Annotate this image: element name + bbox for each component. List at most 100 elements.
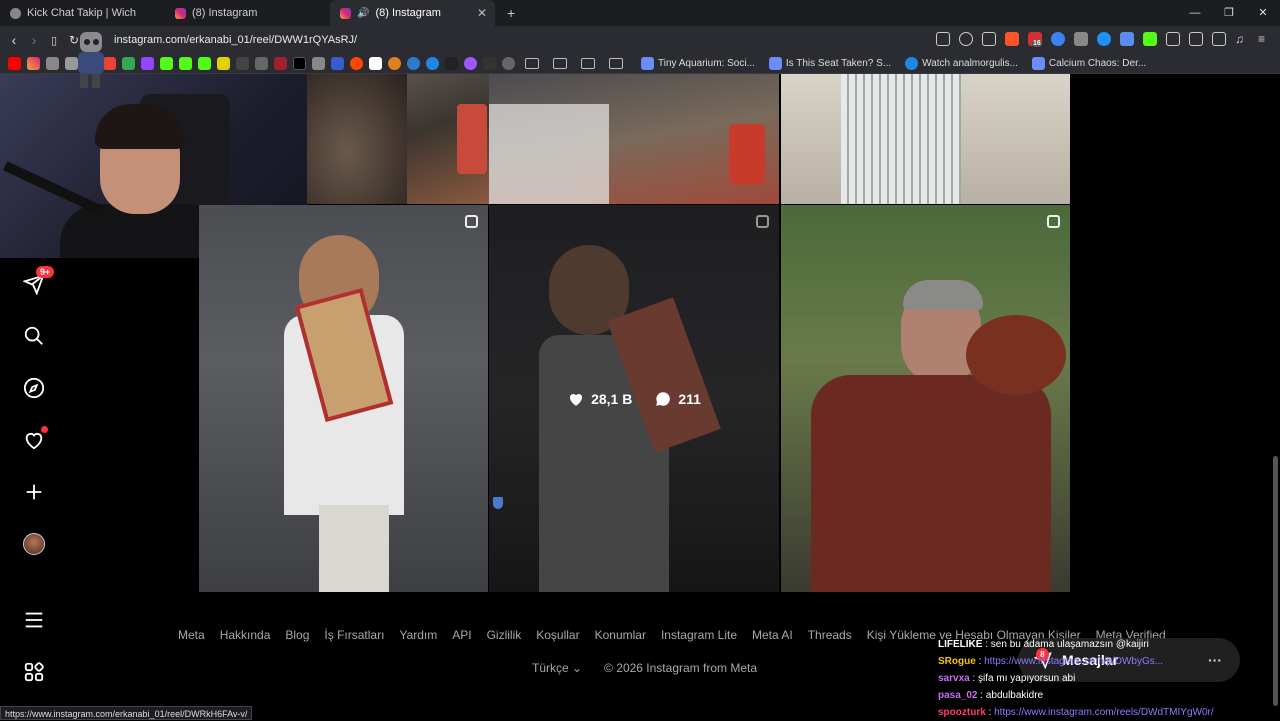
extension-icons: 16 ♫ ≡ <box>936 32 1272 47</box>
heart-icon[interactable] <box>22 426 48 452</box>
anchor-icon[interactable] <box>236 57 249 70</box>
extension-box-icon[interactable] <box>1166 32 1180 46</box>
footer-link[interactable]: API <box>452 628 471 642</box>
hover-stats-overlay: 28,1 B 211 <box>489 205 779 592</box>
search-icon[interactable] <box>22 324 46 348</box>
music-icon[interactable]: ♫ <box>1235 32 1249 46</box>
grid-post-rooster-man[interactable] <box>781 205 1070 592</box>
footer-link[interactable]: Instagram Lite <box>661 628 737 642</box>
sidebar-toggle-icon[interactable] <box>1212 32 1226 46</box>
extension-gray-icon[interactable] <box>1074 32 1088 46</box>
chat-message: spoozturk : https://www.instagram.com/re… <box>938 707 1214 718</box>
folder-icon[interactable] <box>609 58 623 69</box>
bookmark-icon-27[interactable] <box>502 57 515 70</box>
bookmark-icon-22[interactable] <box>407 57 420 70</box>
extension-red-icon[interactable]: 16 <box>1028 32 1042 47</box>
youtube-icon[interactable] <box>8 57 21 70</box>
bookmark-icon-25[interactable] <box>464 57 477 70</box>
tab-instagram-1[interactable]: (8) Instagram <box>165 0 330 26</box>
pinterest-icon[interactable] <box>369 57 382 70</box>
explore-icon[interactable] <box>22 376 46 400</box>
footer-link[interactable]: Konumlar <box>595 628 646 642</box>
bookmark-icon-21[interactable] <box>388 57 401 70</box>
shield-icon <box>493 497 503 509</box>
tab-kick-chat[interactable]: Kick Chat Takip | Wich <box>0 0 165 26</box>
bookmark-icon-17[interactable] <box>312 57 325 70</box>
speaker-icon[interactable]: 🔊 <box>357 8 369 19</box>
kick-icon-3[interactable] <box>198 57 211 70</box>
footer-link[interactable]: Koşullar <box>536 628 579 642</box>
bookmarks-bar: Tiny Aquarium: Soci... Is This Seat Take… <box>0 54 1280 74</box>
create-icon[interactable] <box>22 480 46 504</box>
extension-blue-icon[interactable] <box>1097 32 1111 46</box>
forward-button[interactable]: › <box>24 32 44 48</box>
language-select[interactable]: Türkçe ⌄ <box>532 661 582 675</box>
likes-stat: 28,1 B <box>567 390 632 408</box>
zoom-icon[interactable] <box>959 32 973 46</box>
bookmark-icon-24[interactable] <box>445 57 458 70</box>
grid-post-top-right[interactable] <box>781 74 1070 204</box>
footer-link[interactable]: Meta <box>178 628 205 642</box>
chat-link[interactable]: https://www.instagram.com/reels/DWdTMIYg… <box>994 707 1214 718</box>
brave-shield-icon[interactable] <box>1005 32 1019 46</box>
footer-link[interactable]: Threads <box>808 628 852 642</box>
post-thumbnail <box>457 104 487 174</box>
audio-icon[interactable] <box>1051 32 1065 46</box>
bookmark-link-2[interactable]: Is This Seat Taken? S... <box>768 57 891 70</box>
instagram-icon[interactable] <box>27 57 40 70</box>
twitch-icon[interactable] <box>141 57 154 70</box>
grid-post-gasket-man[interactable] <box>199 205 488 592</box>
close-window-button[interactable]: ✕ <box>1246 0 1280 26</box>
kick-extension-icon[interactable] <box>1143 32 1157 46</box>
url-field[interactable]: instagram.com/erkanabi_01/reel/DWW1rQYAs… <box>114 34 357 46</box>
reddit-icon[interactable] <box>350 57 363 70</box>
drive-icon[interactable] <box>122 57 135 70</box>
profile-avatar[interactable] <box>22 532 46 556</box>
new-tab-button[interactable]: + <box>507 5 515 21</box>
bookmark-link-4[interactable]: Calcium Chaos: Der... <box>1031 57 1146 70</box>
bookmark-icon-3[interactable] <box>46 57 59 70</box>
footer-link[interactable]: Blog <box>285 628 309 642</box>
grid-post-top-middle[interactable] <box>489 74 779 204</box>
bookmark-icon-18[interactable] <box>331 57 344 70</box>
footer-link[interactable]: Hakkında <box>220 628 271 642</box>
footer-link[interactable]: Gizlilik <box>487 628 522 642</box>
bookmark-icon[interactable]: ▯ <box>44 34 64 47</box>
folder-icon[interactable] <box>581 58 595 69</box>
grid-post-top-left[interactable] <box>307 74 489 204</box>
page-scrollbar[interactable] <box>1273 456 1278 706</box>
folder-icon[interactable] <box>525 58 539 69</box>
chat-link[interactable]: https://www.instagram.com/p/DWbyGs... <box>984 656 1163 667</box>
bookmark-icon-12[interactable] <box>217 57 230 70</box>
apps-icon[interactable] <box>22 660 46 684</box>
menu-dots-icon[interactable]: ≡ <box>1258 32 1272 46</box>
microphone-arm <box>3 161 107 217</box>
extension-grid-icon[interactable] <box>1120 32 1134 46</box>
share-icon[interactable] <box>982 32 996 46</box>
x-icon[interactable] <box>293 57 306 70</box>
kick-icon[interactable] <box>160 57 173 70</box>
footer-link[interactable]: Meta AI <box>752 628 793 642</box>
grid-post-hovered[interactable]: 28,1 B 211 <box>489 205 779 592</box>
minimize-button[interactable]: — <box>1178 0 1212 26</box>
back-button[interactable]: ‹ <box>4 32 24 48</box>
play-icon[interactable] <box>426 57 439 70</box>
comments-count: 211 <box>678 390 701 407</box>
menu-icon[interactable] <box>22 608 46 632</box>
bookmark-link-3[interactable]: Watch analmorgulis... <box>905 57 1018 70</box>
tab-instagram-active[interactable]: 🔊 (8) Instagram ✕ <box>330 0 495 26</box>
close-tab-icon[interactable]: ✕ <box>477 6 487 20</box>
direct-icon[interactable]: 9+ <box>22 266 55 296</box>
bookmark-icon-26[interactable] <box>483 57 496 70</box>
maximize-button[interactable]: ❐ <box>1212 0 1246 26</box>
bookmark-icon-15[interactable] <box>274 57 287 70</box>
footer-link[interactable]: İş Fırsatları <box>324 628 384 642</box>
cast-icon[interactable] <box>936 32 950 46</box>
puzzle-icon[interactable] <box>1189 32 1203 46</box>
kick-icon-2[interactable] <box>179 57 192 70</box>
footer-link[interactable]: Yardım <box>399 628 437 642</box>
folder-icon[interactable] <box>553 58 567 69</box>
bookmark-icon-14[interactable] <box>255 57 268 70</box>
chat-username: pasa_02 <box>938 690 978 701</box>
bookmark-link-1[interactable]: Tiny Aquarium: Soci... <box>641 57 755 70</box>
